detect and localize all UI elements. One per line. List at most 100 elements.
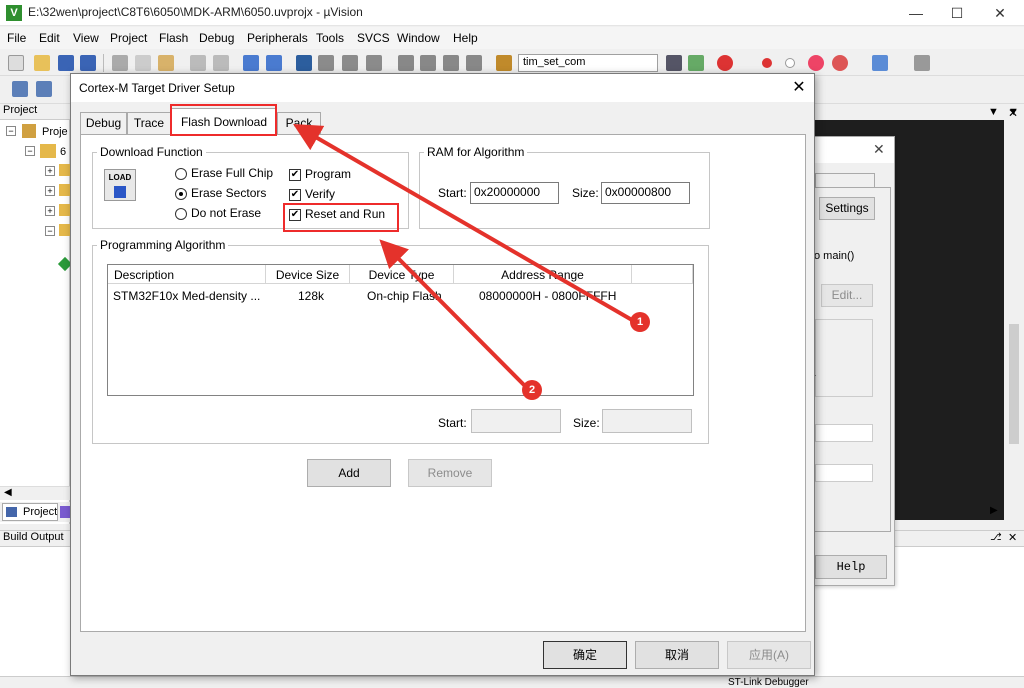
tree-expander[interactable]: − [45,226,55,236]
options-close-icon[interactable]: ✕ [873,141,885,158]
menu-file[interactable]: File [7,31,26,45]
menu-window[interactable]: Window [397,31,440,45]
redo-icon[interactable] [213,55,229,71]
unindent-icon[interactable] [420,55,436,71]
configure-icon[interactable] [914,55,930,71]
nav-back-icon[interactable] [243,55,259,71]
erase-full-chip-radio[interactable] [175,168,187,180]
tab-trace[interactable]: Trace [127,112,171,134]
algo-start-input[interactable] [471,409,561,433]
save-all-icon[interactable] [80,55,96,71]
breakpoint-icon[interactable] [762,58,772,68]
copy-icon[interactable] [135,55,151,71]
find-in-files-icon[interactable] [496,55,512,71]
bookmark-prev-icon[interactable] [318,55,334,71]
ok-button[interactable]: 确定 [543,641,627,669]
do-not-erase-label: Do not Erase [191,206,262,220]
books-tab-icon[interactable] [60,506,70,518]
translate-icon[interactable] [12,81,28,97]
settings-button[interactable]: Settings [819,197,875,220]
project-root-label[interactable]: Proje [42,126,68,138]
close-build-icon[interactable]: ✕ [1008,531,1017,544]
dialog-close-button[interactable]: ✕ [787,78,811,98]
debug-session-icon[interactable] [717,55,733,71]
undo-icon[interactable] [190,55,206,71]
verify-checkbox[interactable]: ✔ [289,189,301,201]
apply-button[interactable]: 应用(A) [727,641,811,669]
comment-icon[interactable] [443,55,459,71]
col-address-range[interactable]: Address Range [454,265,632,284]
step-badge-1: 1 [630,312,650,332]
ram-start-input[interactable]: 0x20000000 [470,182,559,204]
cut-icon[interactable] [112,55,128,71]
scroll-right-icon[interactable]: ▶ [990,505,998,516]
tab-debug[interactable]: Debug [80,112,127,134]
edit-button[interactable]: Edit... [821,284,873,307]
programming-algorithm-label: Programming Algorithm [97,238,229,252]
table-row[interactable]: STM32F10x Med-density ... 128k On-chip F… [108,287,693,305]
menu-tools[interactable]: Tools [316,31,344,45]
menu-edit[interactable]: Edit [39,31,60,45]
tree-expander[interactable]: + [45,206,55,216]
options-tab[interactable] [815,173,875,187]
incremental-find-icon[interactable] [688,55,704,71]
tree-expander[interactable]: + [45,186,55,196]
remove-button[interactable]: Remove [408,459,492,487]
menu-flash[interactable]: Flash [159,31,188,45]
target-combo[interactable]: tim_set_com [518,54,658,72]
open-file-icon[interactable] [34,55,50,71]
tree-expander[interactable]: − [25,146,35,156]
close-window-button[interactable]: ✕ [980,2,1020,24]
maximize-button[interactable]: ☐ [937,2,977,24]
options-field[interactable] [815,424,873,442]
target-folder-icon [40,144,56,158]
kill-breakpoints-icon[interactable] [832,55,848,71]
bookmark-icon[interactable] [296,55,312,71]
col-description[interactable]: Description [108,265,266,284]
pin-icon[interactable]: ⎇ [990,532,1002,543]
new-file-icon[interactable] [8,55,24,71]
menu-view[interactable]: View [73,31,99,45]
tab-pack[interactable]: Pack [277,112,321,134]
menu-help[interactable]: Help [453,31,478,45]
algo-size-input[interactable] [602,409,692,433]
options-group [815,319,873,397]
bookmark-next-icon[interactable] [342,55,358,71]
menu-svcs[interactable]: SVCS [357,31,390,45]
algorithm-list[interactable]: Description Device Size Device Type Addr… [107,264,694,396]
help-button[interactable]: Help [815,555,887,579]
indent-icon[interactable] [398,55,414,71]
tree-expander[interactable]: + [45,166,55,176]
save-icon[interactable] [58,55,74,71]
disable-breakpoint-icon[interactable] [785,58,795,68]
tree-expander[interactable]: − [6,126,16,136]
scroll-left-icon[interactable]: ◀ [4,487,12,498]
target-label[interactable]: 6 [60,146,66,158]
scrollbar-thumb[interactable] [1009,324,1019,444]
bookmark-clear-icon[interactable] [366,55,382,71]
find-icon[interactable] [666,55,682,71]
menu-peripherals[interactable]: Peripherals [247,31,308,45]
ram-size-input[interactable]: 0x00000800 [601,182,690,204]
menu-project[interactable]: Project [110,31,147,45]
cancel-button[interactable]: 取消 [635,641,719,669]
options-field[interactable] [815,464,873,482]
do-not-erase-radio[interactable] [175,208,187,220]
program-checkbox[interactable]: ✔ [289,169,301,181]
add-button[interactable]: Add [307,459,391,487]
minimize-button[interactable]: — [896,2,936,24]
window-layout-icon[interactable] [872,55,888,71]
nav-forward-icon[interactable] [266,55,282,71]
uncomment-icon[interactable] [466,55,482,71]
col-device-size[interactable]: Device Size [266,265,350,284]
editor-vscrollbar[interactable]: ▼ [1004,104,1024,524]
col-device-type[interactable]: Device Type [350,265,454,284]
disable-all-breakpoints-icon[interactable] [808,55,824,71]
menu-debug[interactable]: Debug [199,31,234,45]
dropdown-arrow-icon[interactable]: ▼ [988,106,999,118]
paste-icon[interactable] [158,55,174,71]
project-hscrollbar[interactable]: ◀ [0,486,70,500]
erase-sectors-radio[interactable] [175,188,187,200]
build-icon[interactable] [36,81,52,97]
close-editor-icon[interactable]: ✕ [1008,106,1018,120]
